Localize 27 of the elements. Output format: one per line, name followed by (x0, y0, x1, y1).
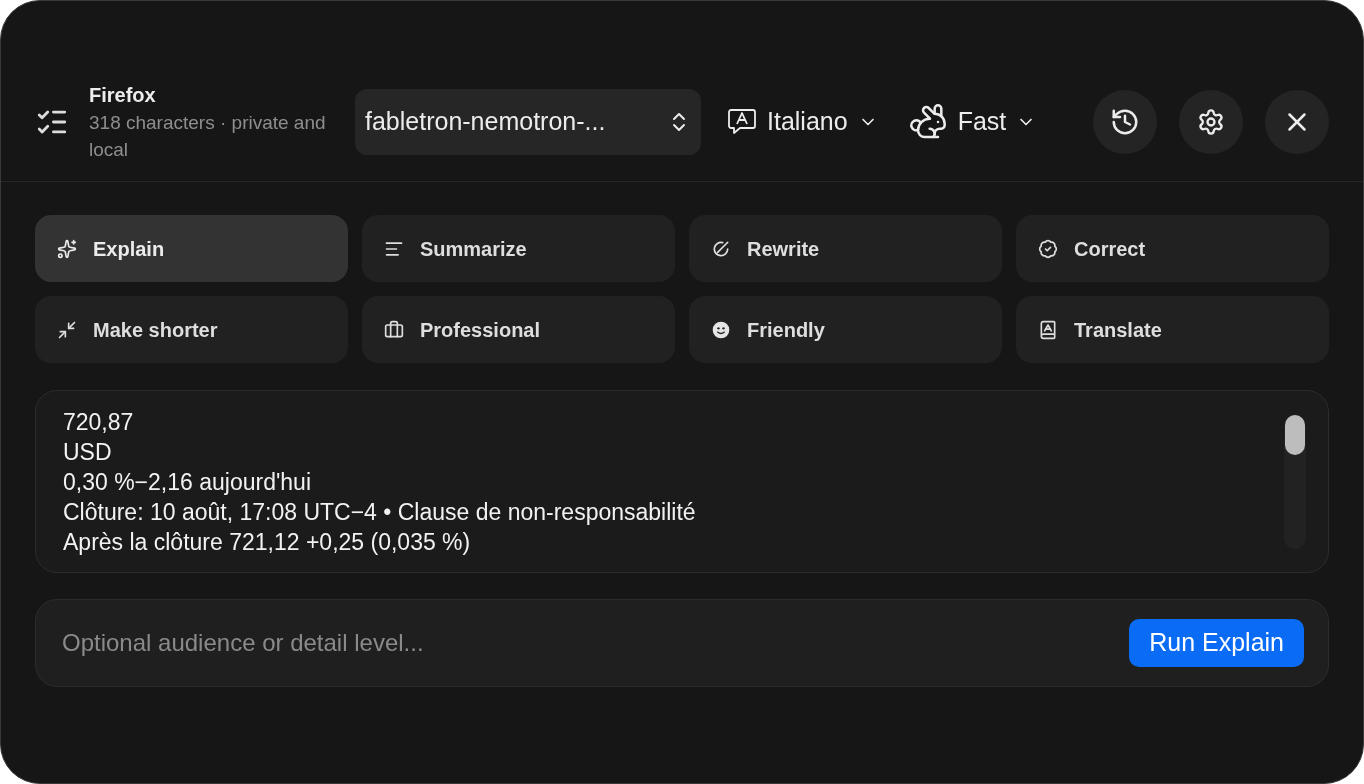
language-menu[interactable]: Italiano (727, 103, 878, 141)
action-button[interactable]: Summarize (362, 215, 675, 282)
instructions-field[interactable]: Optional audience or detail level... Run Explain (35, 599, 1329, 687)
scrollbar-thumb[interactable] (1285, 415, 1305, 455)
action-button[interactable]: Correct (1016, 215, 1329, 282)
source-info: 318 characters · private and local (89, 111, 327, 162)
source-app-title: Firefox (89, 83, 157, 108)
book-icon (1038, 319, 1058, 340)
briefcase-icon (384, 319, 404, 340)
shrink-arrows-icon (57, 319, 77, 340)
action-button[interactable]: Make shorter (35, 296, 348, 363)
action-button[interactable]: Rewrite (689, 215, 1002, 282)
settings-icon (1197, 108, 1225, 136)
sparkles-icon (57, 238, 77, 259)
model-select[interactable]: fabletron-nemotron-... (355, 89, 701, 155)
scrollbar[interactable] (1284, 415, 1306, 549)
action-button[interactable]: Professional (362, 296, 675, 363)
action-button[interactable]: Translate (1016, 296, 1329, 363)
run-button[interactable]: Run Explain (1129, 619, 1304, 667)
smiley-icon (711, 319, 731, 340)
speed-menu[interactable]: Fast (907, 102, 1037, 142)
badge-check-icon (1038, 238, 1058, 259)
speech-bubble-icon (727, 108, 757, 136)
pencil-circle-icon (711, 238, 731, 259)
history-icon (1110, 107, 1140, 137)
action-button[interactable]: Explain (35, 215, 348, 282)
action-button[interactable]: Friendly (689, 296, 1002, 363)
